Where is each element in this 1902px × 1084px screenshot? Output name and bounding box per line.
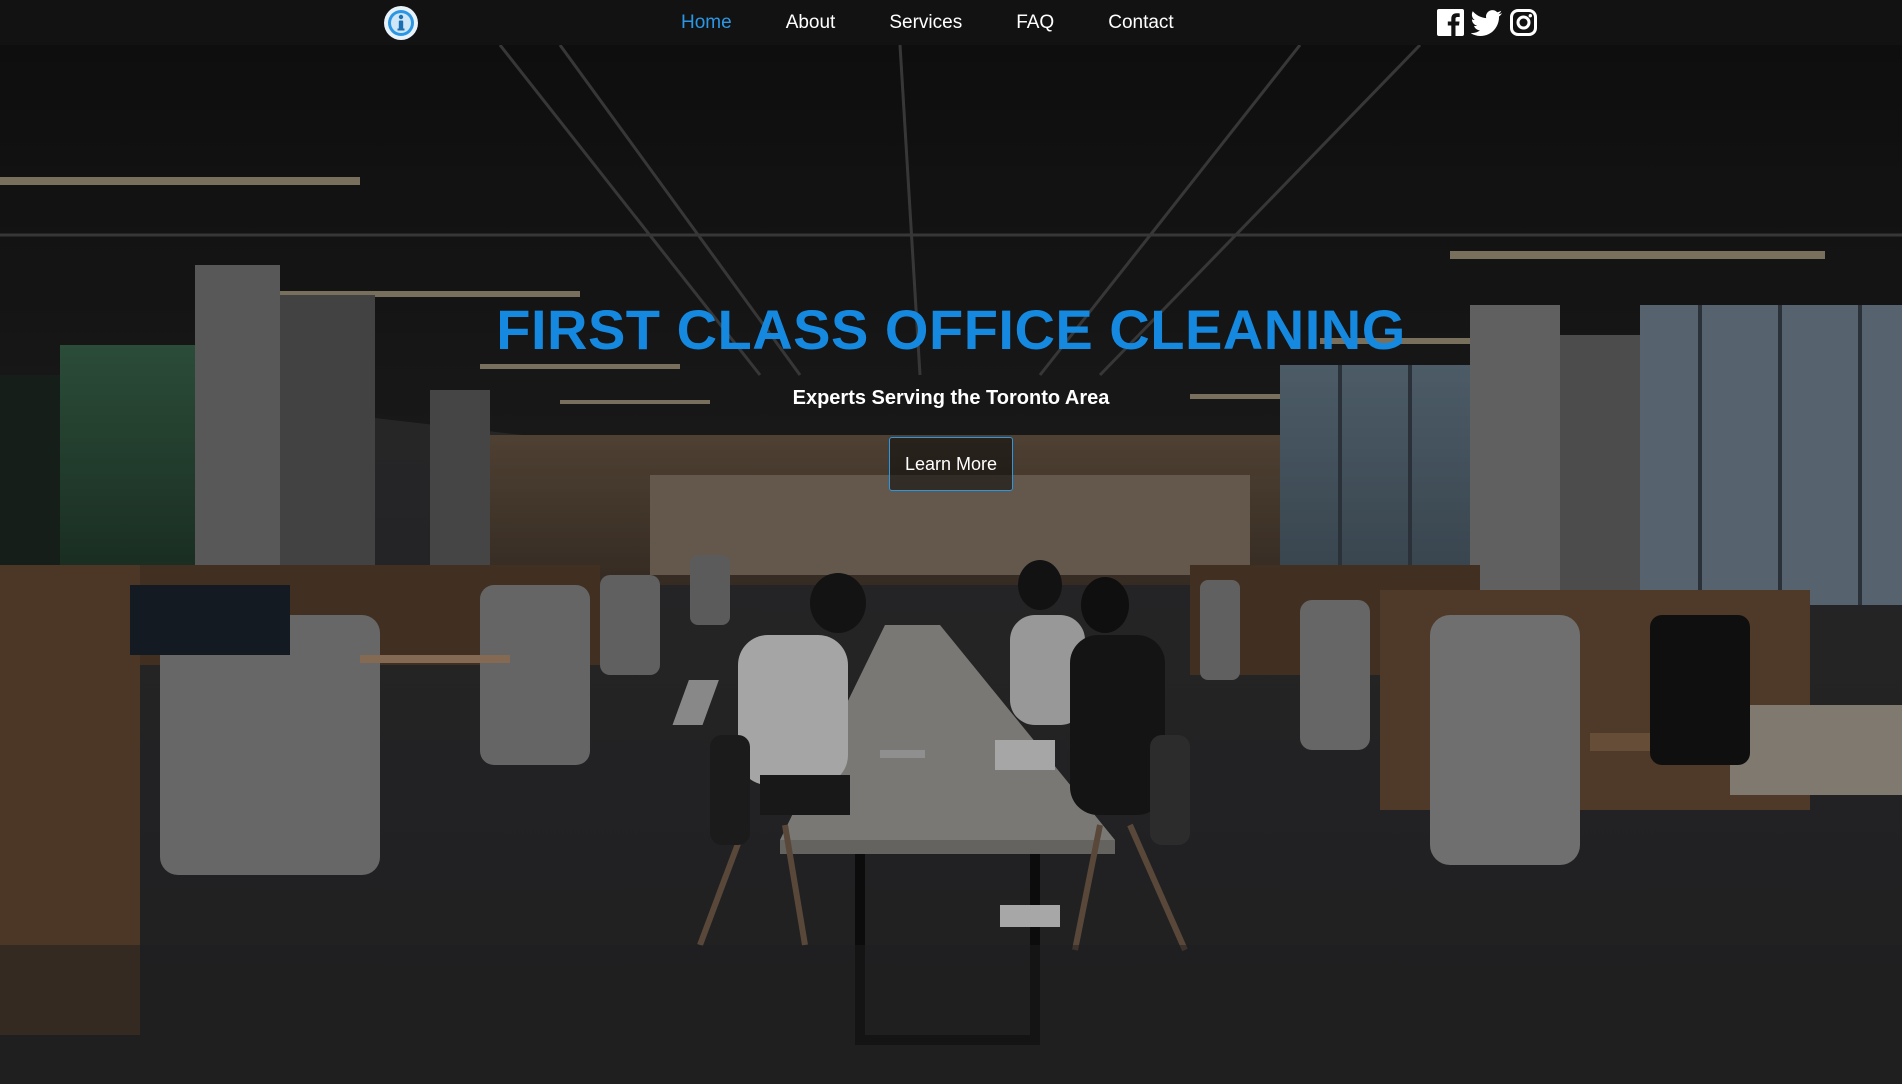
info-logo-icon: [388, 10, 414, 36]
site-logo[interactable]: [384, 6, 418, 40]
hero-overlay: [0, 45, 1902, 1084]
twitter-icon[interactable]: [1471, 8, 1503, 37]
social-links: [1436, 8, 1538, 37]
hero-subtitle: Experts Serving the Toronto Area: [792, 387, 1110, 409]
nav-contact-link[interactable]: Contact: [1081, 0, 1200, 45]
nav-faq-link[interactable]: FAQ: [989, 0, 1081, 45]
nav-about-link[interactable]: About: [759, 0, 863, 45]
hero-title: FIRST CLASS OFFICE CLEANING: [496, 298, 1406, 361]
main-nav: Home About Services FAQ Contact: [654, 0, 1201, 45]
learn-more-button[interactable]: Learn More: [889, 437, 1013, 491]
top-navbar: Home About Services FAQ Contact: [0, 0, 1902, 45]
nav-services-link[interactable]: Services: [862, 0, 989, 45]
facebook-icon[interactable]: [1436, 8, 1465, 37]
instagram-icon[interactable]: [1509, 8, 1538, 37]
page: Home About Services FAQ Contact FIRST CL…: [0, 0, 1902, 1084]
nav-home-link[interactable]: Home: [654, 0, 759, 45]
hero-section: FIRST CLASS OFFICE CLEANING Experts Serv…: [0, 45, 1902, 1084]
